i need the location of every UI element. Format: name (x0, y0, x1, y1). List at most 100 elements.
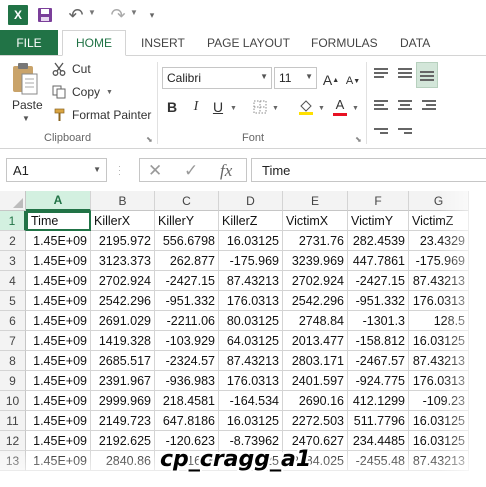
cell[interactable]: -2427.15 (348, 271, 409, 291)
cell[interactable]: 2702.924 (283, 271, 348, 291)
cell[interactable]: 1.45E+09 (26, 431, 91, 451)
cell[interactable]: -2427.15 (155, 271, 219, 291)
cell[interactable]: -158.812 (348, 331, 409, 351)
cell[interactable]: 1.45E+09 (26, 451, 91, 471)
cell[interactable]: 1.45E+09 (26, 371, 91, 391)
row-header-3[interactable]: 3 (0, 251, 26, 271)
tab-home[interactable]: HOME (62, 30, 126, 56)
align-middle-icon[interactable] (398, 68, 414, 82)
tab-file[interactable]: FILE (0, 30, 58, 56)
paste-icon[interactable] (11, 62, 39, 96)
column-header-b[interactable]: B (91, 191, 155, 211)
cell[interactable]: 447.7861 (348, 251, 409, 271)
cell[interactable]: 176.0313 (409, 371, 469, 391)
cell[interactable]: 176.0313 (219, 291, 283, 311)
cell[interactable]: -936.983 (155, 371, 219, 391)
cell[interactable]: KillerX (91, 211, 155, 231)
cell[interactable]: KillerY (155, 211, 219, 231)
tab-page-layout[interactable]: PAGE LAYOUT (207, 30, 290, 56)
cell[interactable]: 556.6798 (155, 231, 219, 251)
cell[interactable]: -951.332 (348, 291, 409, 311)
cell[interactable]: 1.45E+09 (26, 351, 91, 371)
undo-dropdown-icon[interactable]: ▼ (88, 8, 96, 17)
row-header-2[interactable]: 2 (0, 231, 26, 251)
clipboard-launcher-icon[interactable]: ⬊ (146, 135, 153, 144)
cell[interactable]: VictimZ (409, 211, 469, 231)
align-center-icon[interactable] (398, 100, 414, 114)
cell[interactable]: -175.969 (219, 251, 283, 271)
column-header-a[interactable]: A (26, 191, 91, 211)
paste-button[interactable]: Paste (12, 98, 43, 112)
cell[interactable]: 176.0313 (219, 371, 283, 391)
shrink-font-icon[interactable]: A ▼ (344, 70, 362, 92)
redo-icon[interactable]: ↷ (108, 5, 128, 25)
cell[interactable]: -2211.06 (155, 311, 219, 331)
cell[interactable]: 218.4581 (155, 391, 219, 411)
column-header-c[interactable]: C (155, 191, 219, 211)
row-header-1[interactable]: 1 (0, 211, 26, 231)
font-color-dropdown-icon[interactable]: ▼ (352, 105, 359, 112)
cell[interactable]: 2748.84 (283, 311, 348, 331)
font-launcher-icon[interactable]: ⬊ (355, 135, 362, 144)
redo-dropdown-icon[interactable]: ▼ (130, 8, 138, 17)
row-header-13[interactable]: 13 (0, 451, 26, 471)
cell[interactable]: 1.45E+09 (26, 231, 91, 251)
cell[interactable]: -951.332 (155, 291, 219, 311)
cell[interactable]: 1.45E+09 (26, 251, 91, 271)
cell[interactable]: 2013.477 (283, 331, 348, 351)
cell[interactable]: 87.43213 (219, 271, 283, 291)
cell[interactable]: 2690.16 (283, 391, 348, 411)
row-header-4[interactable]: 4 (0, 271, 26, 291)
italic-button[interactable]: I (186, 96, 206, 118)
name-box[interactable]: A1 ▼ (6, 158, 107, 182)
column-header-f[interactable]: F (348, 191, 409, 211)
cell[interactable]: 262.877 (155, 251, 219, 271)
cell[interactable]: 87.43213 (409, 451, 469, 471)
cell[interactable]: -2455.48 (348, 451, 409, 471)
cell[interactable]: 23.4329 (409, 231, 469, 251)
copy-dropdown-icon[interactable]: ▼ (106, 89, 113, 96)
cell[interactable]: 128.5 (409, 311, 469, 331)
cell[interactable]: 1.45E+09 (26, 391, 91, 411)
cell[interactable]: VictimY (348, 211, 409, 231)
fill-color-button[interactable] (296, 96, 316, 118)
align-top-icon[interactable] (374, 68, 390, 82)
cell[interactable]: 87.43213 (219, 351, 283, 371)
decrease-indent-icon[interactable] (374, 128, 390, 142)
cell[interactable]: 2149.723 (91, 411, 155, 431)
row-header-8[interactable]: 8 (0, 351, 26, 371)
cell[interactable]: 1.45E+09 (26, 291, 91, 311)
insert-function-icon[interactable]: fx (220, 161, 232, 181)
cell[interactable]: 234.4485 (348, 431, 409, 451)
cell[interactable]: 87.43213 (409, 351, 469, 371)
row-header-6[interactable]: 6 (0, 311, 26, 331)
format-painter-button[interactable]: Format Painter (50, 105, 151, 125)
cell[interactable]: -103.929 (155, 331, 219, 351)
cell[interactable]: 16.03125 (219, 231, 283, 251)
cell[interactable]: 64.03125 (219, 331, 283, 351)
tab-formulas[interactable]: FORMULAS (311, 30, 378, 56)
formula-input[interactable]: Time (251, 158, 486, 182)
font-color-button[interactable]: A (330, 96, 350, 118)
borders-button[interactable] (250, 96, 270, 118)
formula-bar-resize-handle[interactable]: · · · (118, 162, 122, 179)
tab-data[interactable]: DATA (400, 30, 430, 56)
copy-button[interactable]: Copy ▼ (50, 82, 113, 102)
align-bottom-button[interactable] (416, 62, 438, 88)
undo-icon[interactable]: ↶ (66, 5, 86, 25)
cell[interactable]: 2542.296 (283, 291, 348, 311)
cell[interactable]: -175.969 (409, 251, 469, 271)
enter-icon[interactable]: ✓ (184, 161, 198, 181)
cancel-icon[interactable]: ✕ (148, 161, 162, 181)
cell[interactable]: 1.45E+09 (26, 331, 91, 351)
align-left-icon[interactable] (374, 100, 390, 114)
align-right-icon[interactable] (422, 100, 438, 114)
cell[interactable]: VictimX (283, 211, 348, 231)
cell[interactable]: 87.43213 (409, 271, 469, 291)
cell[interactable]: 16.03125 (219, 411, 283, 431)
underline-button[interactable]: U (208, 96, 228, 118)
font-family-select[interactable]: Calibri ▼ (162, 67, 272, 89)
column-header-e[interactable]: E (283, 191, 348, 211)
grow-font-icon[interactable]: A ▲ (322, 69, 340, 91)
row-header-9[interactable]: 9 (0, 371, 26, 391)
